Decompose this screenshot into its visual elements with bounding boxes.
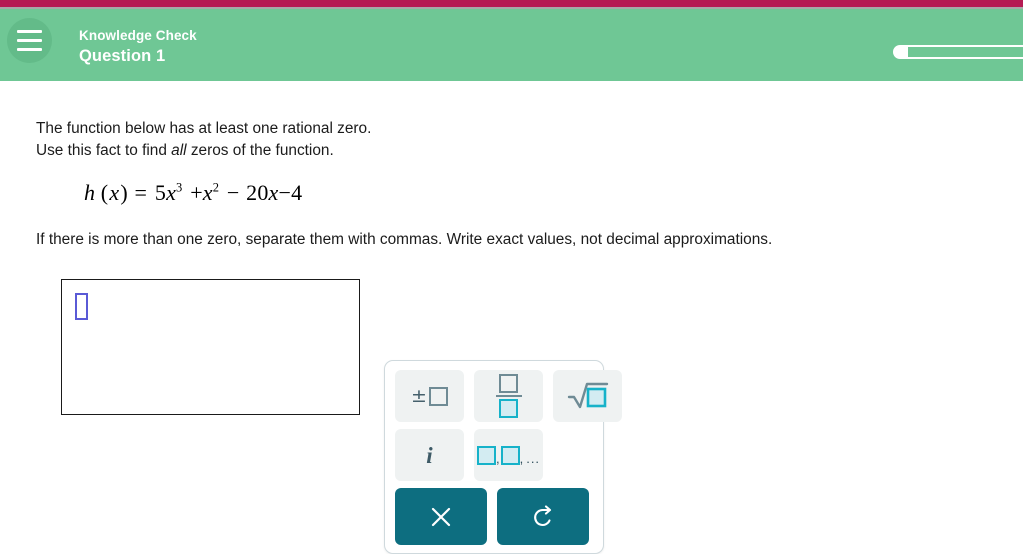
prompt-emphasis: all <box>171 142 187 159</box>
hamburger-icon-line <box>17 30 42 33</box>
equation-plus: + <box>190 180 203 205</box>
top-accent-bar <box>0 0 1023 7</box>
answer-format-instruction: If there is more than one zero, separate… <box>36 231 773 248</box>
palette-row-3 <box>395 488 589 545</box>
equation-minus-1: − <box>226 180 240 205</box>
imaginary-unit-button[interactable]: i <box>395 429 464 481</box>
list-button[interactable]: ,,... <box>474 429 543 481</box>
app-header: Knowledge Check Question 1 <box>0 9 1023 81</box>
answer-input[interactable] <box>61 279 360 415</box>
imaginary-unit-icon: i <box>426 442 433 468</box>
close-icon <box>428 504 454 530</box>
prompt-text-after: zeros of the function. <box>186 142 334 159</box>
equation-term3-coeff: 20 <box>246 180 269 205</box>
equation-term1-variable: x <box>166 180 177 205</box>
fraction-button[interactable] <box>474 370 543 422</box>
question-content: The function below has at least one rati… <box>0 81 1023 554</box>
equation-constant: 4 <box>291 180 303 205</box>
equation-minus-2: − <box>278 180 292 205</box>
plus-minus-button[interactable]: ± <box>395 370 464 422</box>
clear-button[interactable] <box>395 488 487 545</box>
hamburger-icon-line <box>17 39 42 42</box>
palette-row-1: ± <box>395 370 622 422</box>
hamburger-menu-button[interactable] <box>7 18 52 63</box>
equation-term1-coeff: 5 <box>154 180 167 205</box>
math-symbol-palette: ± i , , ... <box>384 360 622 554</box>
question-prompt-line-1: The function below has at least one rati… <box>36 120 372 137</box>
equation-term2-variable: x <box>202 180 213 205</box>
list-icon: ,,... <box>476 445 540 465</box>
progress-bar <box>893 45 1023 59</box>
fraction-icon <box>495 373 522 419</box>
prompt-text-before: Use this fact to find <box>36 142 172 159</box>
equation-variable: x <box>109 180 120 205</box>
equation-equals: = <box>134 180 148 205</box>
plus-minus-icon: ± <box>411 386 448 406</box>
page-title: Question 1 <box>79 47 166 65</box>
equation-term3-variable: x <box>268 180 279 205</box>
undo-button[interactable] <box>497 488 589 545</box>
empty-box-placeholder-icon <box>75 293 88 320</box>
question-prompt-line-2: Use this fact to find all zeros of the f… <box>36 140 334 162</box>
equation-function-name: h <box>84 180 96 205</box>
header-subtitle: Knowledge Check <box>79 28 197 43</box>
progress-bar-fill <box>894 46 908 58</box>
header-title-group: Knowledge Check Question 1 <box>79 27 197 67</box>
function-equation: h (x) = 5x3 +x2 − 20x−4 <box>84 180 303 205</box>
palette-row-2: i ,,... <box>395 429 543 481</box>
square-root-button[interactable] <box>553 370 622 422</box>
hamburger-icon-line <box>17 48 42 51</box>
undo-arrow-icon <box>530 504 556 530</box>
square-root-icon <box>567 380 609 413</box>
